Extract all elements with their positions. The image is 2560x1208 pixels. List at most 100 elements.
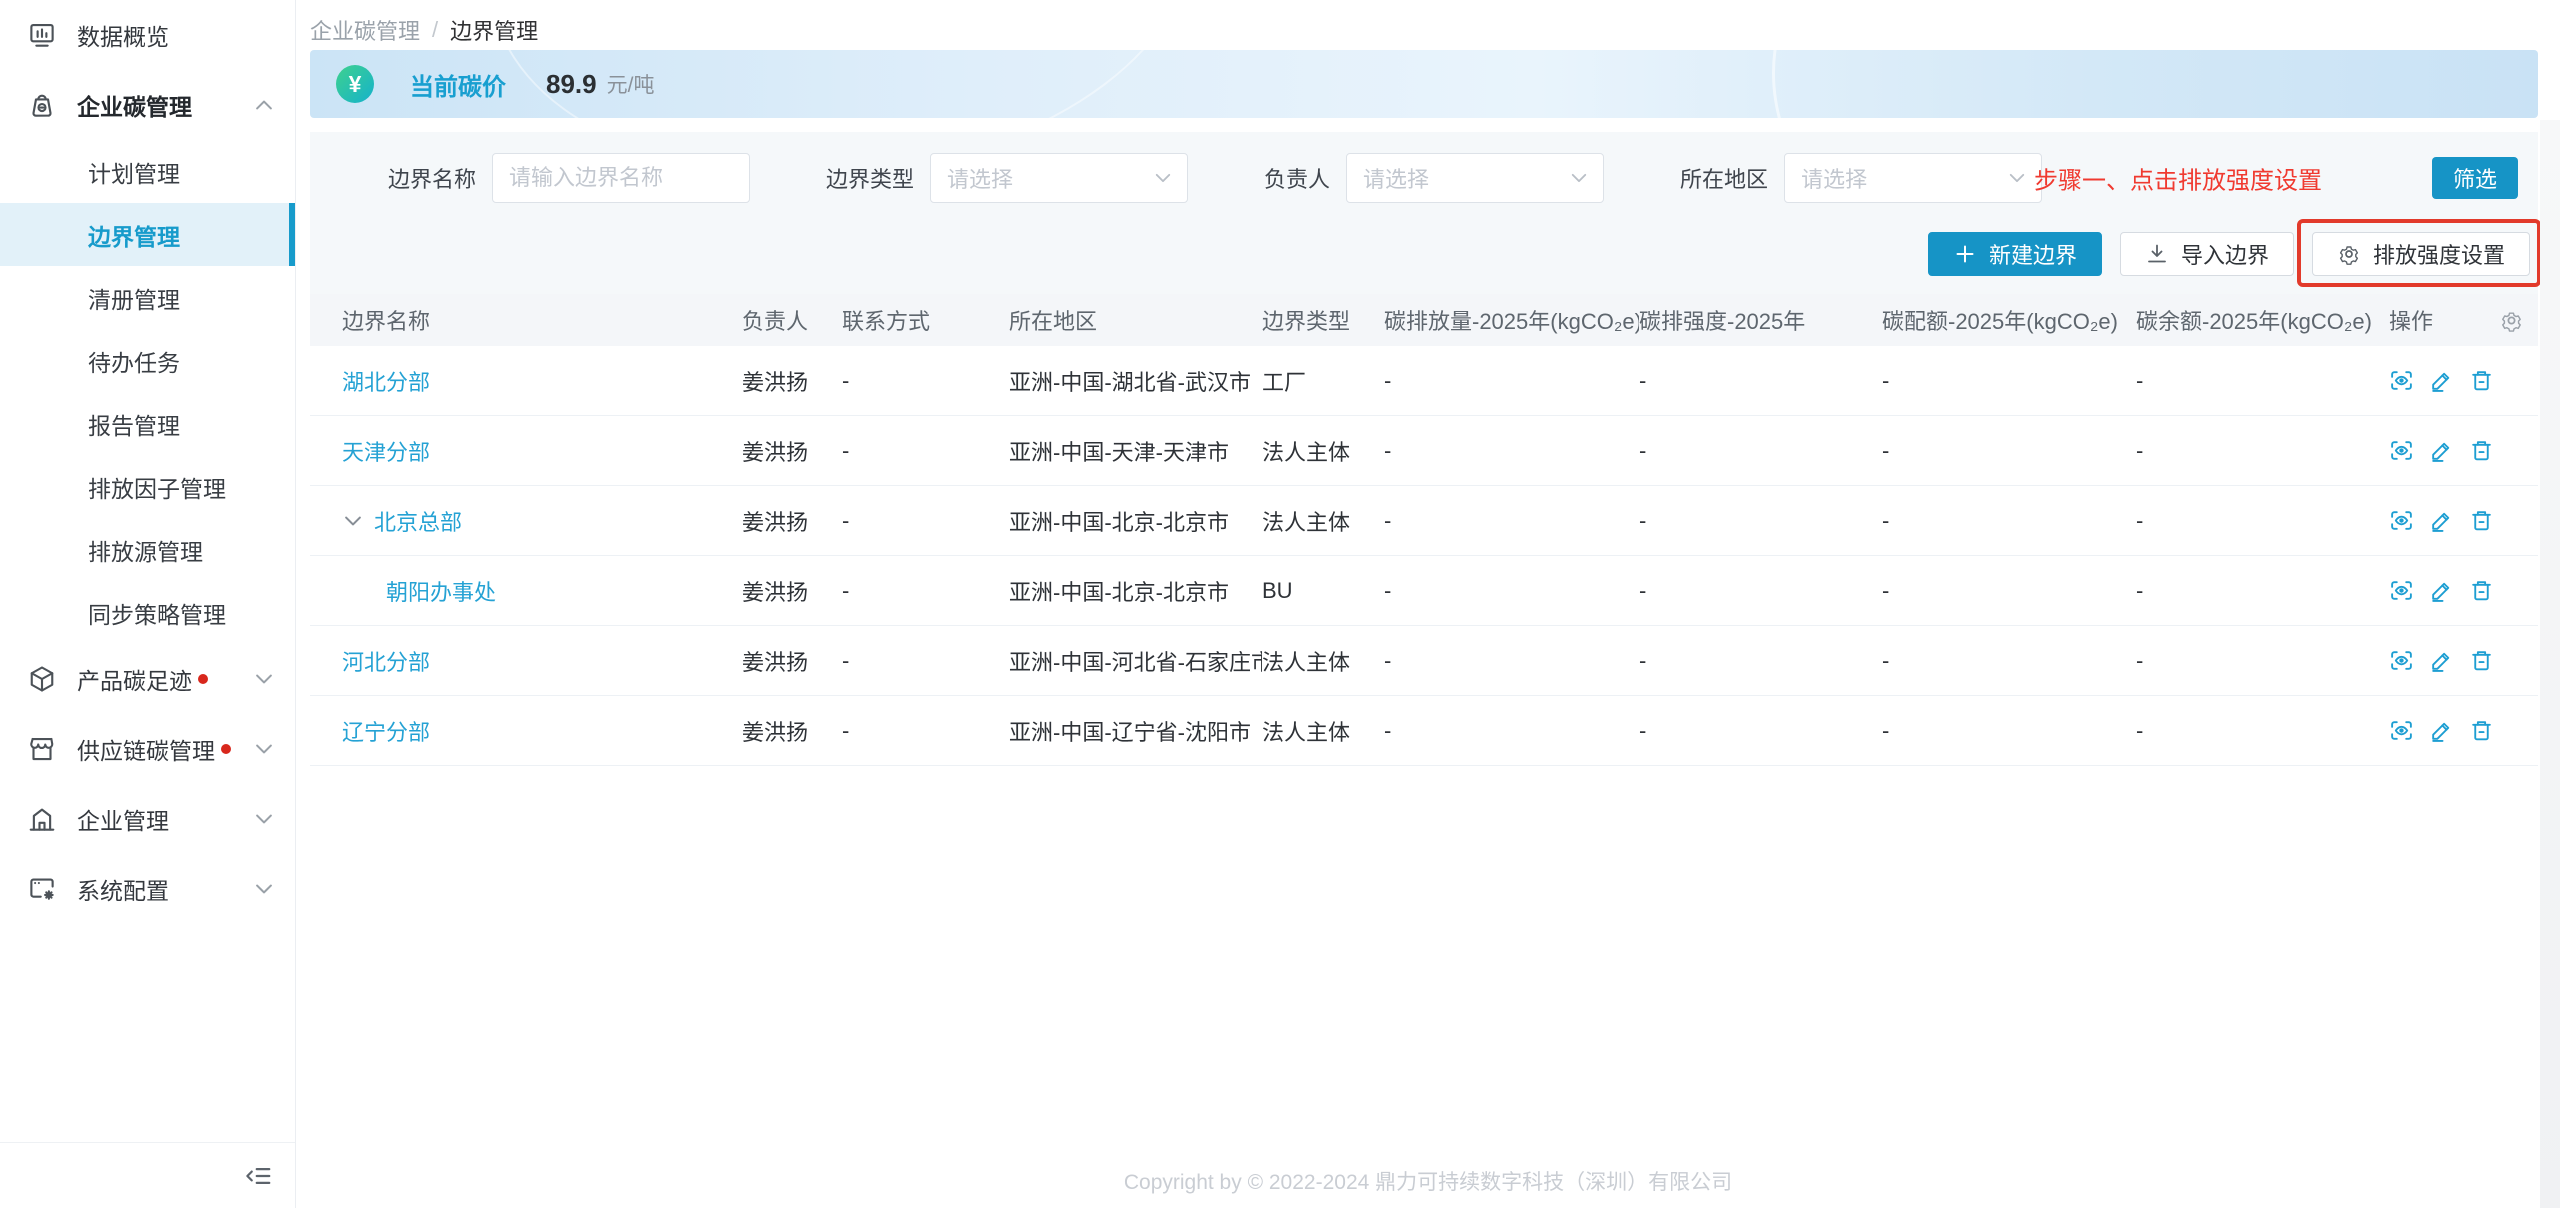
new-boundary-button[interactable]: 新建边界 [1928, 232, 2102, 276]
sidebar-item-sync-strategy-management[interactable]: 同步策略管理 [0, 581, 295, 644]
main-content: 企业碳管理 / 边界管理 ¥ 当前碳价 89.9 元/吨 边界名称 边界类型 请… [296, 0, 2560, 1208]
edit-icon[interactable] [2429, 718, 2454, 743]
view-icon[interactable] [2389, 578, 2414, 603]
filter-label: 边界名称 [388, 162, 476, 194]
select-placeholder: 请选择 [1801, 162, 1867, 194]
sidebar-item-data-overview[interactable]: 数据概览 [0, 0, 295, 70]
emission-intensity-settings-button[interactable]: 排放强度设置 [2312, 232, 2530, 276]
notification-dot [198, 674, 208, 684]
balance-cell: - [2136, 718, 2389, 744]
boundary-name-link[interactable]: 朝阳办事处 [386, 575, 496, 607]
column-header: 所在地区 [1009, 304, 1262, 336]
sidebar-item-label: 系统配置 [77, 872, 253, 906]
carbon-price-unit: 元/吨 [607, 69, 655, 99]
chevron-down-icon [253, 808, 275, 830]
carbon-price-value: 89.9 [546, 69, 597, 100]
sidebar-item-system-config[interactable]: 系统配置 [0, 854, 295, 924]
sidebar-item-emission-factor-management[interactable]: 排放因子管理 [0, 455, 295, 518]
breadcrumb: 企业碳管理 / 边界管理 [310, 14, 538, 46]
boundary-name-input[interactable] [492, 153, 750, 203]
sidebar-item-enterprise-management[interactable]: 企业管理 [0, 784, 295, 854]
column-settings-gear-icon[interactable] [2499, 308, 2524, 333]
region-select[interactable]: 请选择 [1784, 153, 2042, 203]
edit-icon[interactable] [2429, 438, 2454, 463]
view-icon[interactable] [2389, 438, 2414, 463]
sub-item-label: 边界管理 [88, 218, 180, 252]
breadcrumb-parent[interactable]: 企业碳管理 [310, 14, 420, 46]
sidebar-footer [0, 1142, 295, 1208]
annotation-step-text: 步骤一、点击排放强度设置 [2034, 161, 2322, 196]
sidebar-item-report-management[interactable]: 报告管理 [0, 392, 295, 455]
view-icon[interactable] [2389, 648, 2414, 673]
edit-icon[interactable] [2429, 368, 2454, 393]
quota-cell: - [1882, 368, 2136, 394]
edit-icon[interactable] [2429, 508, 2454, 533]
owner-cell: 姜洪扬 [742, 645, 842, 677]
region-cell: 亚洲-中国-天津-天津市 [1009, 435, 1262, 467]
sidebar-item-inventory-management[interactable]: 清册管理 [0, 266, 295, 329]
collapse-sidebar-icon[interactable] [243, 1161, 273, 1191]
delete-icon[interactable] [2469, 578, 2494, 603]
delete-icon[interactable] [2469, 368, 2494, 393]
emission-cell: - [1384, 368, 1639, 394]
chevron-up-icon [253, 94, 275, 116]
sidebar-item-plan-management[interactable]: 计划管理 [0, 140, 295, 203]
delete-icon[interactable] [2469, 718, 2494, 743]
dashboard-icon [27, 20, 57, 50]
view-icon[interactable] [2389, 718, 2414, 743]
boundary-name-link[interactable]: 河北分部 [342, 645, 430, 677]
scrollbar-gutter[interactable] [2540, 120, 2560, 1208]
boundary-name-link[interactable]: 天津分部 [342, 435, 430, 467]
boundary-type-select[interactable]: 请选择 [930, 153, 1188, 203]
region-cell: 亚洲-中国-北京-北京市 [1009, 505, 1262, 537]
column-header: 碳余额-2025年(kgCO₂e) [2136, 304, 2389, 336]
boundary-name-link[interactable]: 辽宁分部 [342, 715, 430, 747]
balance-cell: - [2136, 508, 2389, 534]
sidebar-item-enterprise-carbon[interactable]: 企业碳管理 [0, 70, 295, 140]
quota-cell: - [1882, 718, 2136, 744]
contact-cell: - [842, 578, 1009, 604]
sidebar-item-product-carbon-footprint[interactable]: 产品碳足迹 [0, 644, 295, 714]
delete-icon[interactable] [2469, 438, 2494, 463]
carbon-price-banner: ¥ 当前碳价 89.9 元/吨 [310, 50, 2538, 118]
boundary-name-link[interactable]: 北京总部 [374, 505, 462, 537]
expand-caret-icon[interactable] [342, 510, 364, 532]
sidebar-item-boundary-management[interactable]: 边界管理 [0, 203, 295, 266]
boundary-name-link[interactable]: 湖北分部 [342, 365, 430, 397]
filter-label: 边界类型 [826, 162, 914, 194]
table-row: 湖北分部 姜洪扬 - 亚洲-中国-湖北省-武汉市 工厂 - - - - [310, 346, 2538, 416]
filter-button[interactable]: 筛选 [2432, 157, 2518, 199]
sidebar-item-todo-tasks[interactable]: 待办任务 [0, 329, 295, 392]
column-header: 边界名称 [342, 304, 742, 336]
delete-icon[interactable] [2469, 508, 2494, 533]
view-icon[interactable] [2389, 368, 2414, 393]
edit-icon[interactable] [2429, 648, 2454, 673]
view-icon[interactable] [2389, 508, 2414, 533]
toolbar: 新建边界 导入边界 排放强度设置 [310, 232, 2538, 276]
import-boundary-button[interactable]: 导入边界 [2120, 232, 2294, 276]
delete-icon[interactable] [2469, 648, 2494, 673]
type-cell: 法人主体 [1262, 645, 1384, 677]
column-header: 联系方式 [842, 304, 1009, 336]
gear-icon [2337, 242, 2361, 266]
owner-select[interactable]: 请选择 [1346, 153, 1604, 203]
table-row: 辽宁分部 姜洪扬 - 亚洲-中国-辽宁省-沈阳市 法人主体 - - - - [310, 696, 2538, 766]
filter-label: 负责人 [1264, 162, 1330, 194]
sub-item-label: 待办任务 [88, 344, 180, 378]
intensity-cell: - [1639, 508, 1882, 534]
table-header-row: 边界名称 负责人 联系方式 所在地区 边界类型 碳排放量-2025年(kgCO₂… [310, 294, 2538, 346]
sidebar-item-emission-source-management[interactable]: 排放源管理 [0, 518, 295, 581]
edit-icon[interactable] [2429, 578, 2454, 603]
building-icon [27, 804, 57, 834]
balance-cell: - [2136, 438, 2389, 464]
owner-cell: 姜洪扬 [742, 575, 842, 607]
balance-cell: - [2136, 578, 2389, 604]
sub-item-label: 报告管理 [88, 407, 180, 441]
emission-cell: - [1384, 718, 1639, 744]
chevron-down-icon [1569, 168, 1589, 188]
sidebar-item-supply-chain-carbon[interactable]: 供应链碳管理 [0, 714, 295, 784]
chevron-down-icon [253, 878, 275, 900]
table-row: 北京总部 姜洪扬 - 亚洲-中国-北京-北京市 法人主体 - - - - [310, 486, 2538, 556]
carbon-scale-icon [27, 90, 57, 120]
emission-cell: - [1384, 578, 1639, 604]
